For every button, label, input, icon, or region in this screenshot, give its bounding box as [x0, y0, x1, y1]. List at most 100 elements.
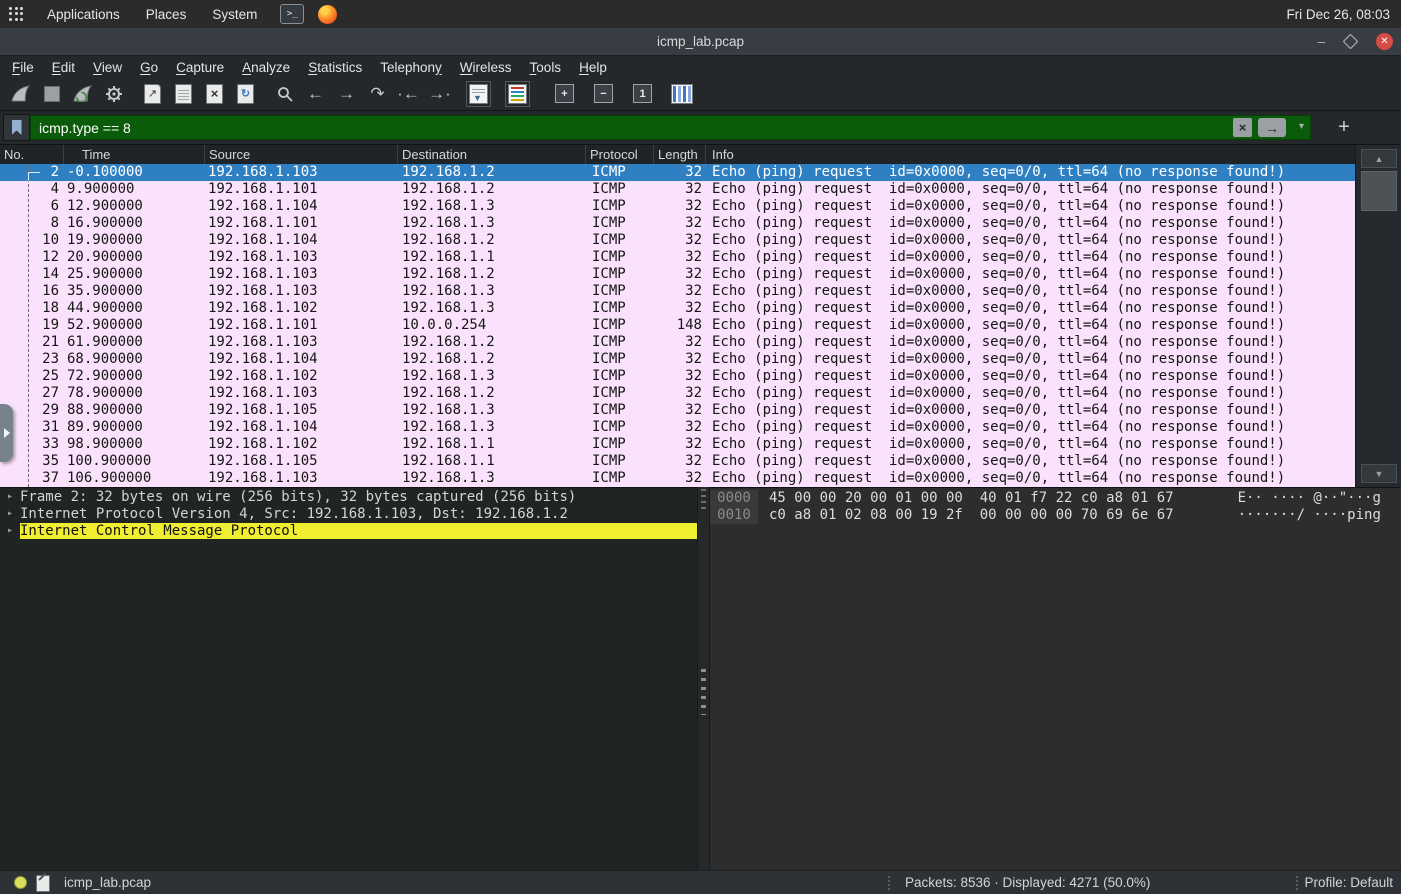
cell-len[interactable]: 32: [654, 334, 706, 351]
status-profile[interactable]: Profile: Default: [1304, 875, 1393, 890]
cell-info[interactable]: Echo (ping) request id=0x0000, seq=0/0, …: [706, 198, 1355, 215]
cell-len[interactable]: 32: [654, 300, 706, 317]
filter-clear-button[interactable]: ×: [1233, 118, 1252, 137]
display-filter-input[interactable]: icmp.type == 8 × → ▾: [30, 115, 1311, 140]
packet-row[interactable]: 2161.900000192.168.1.103192.168.1.2ICMP3…: [0, 334, 1355, 351]
go-last-packet-button[interactable]: →·: [424, 80, 455, 107]
cell-info[interactable]: Echo (ping) request id=0x0000, seq=0/0, …: [706, 317, 1355, 334]
cell-proto[interactable]: ICMP: [586, 436, 654, 453]
cell-src[interactable]: 192.168.1.103: [205, 470, 398, 487]
status-filename[interactable]: icmp_lab.pcap: [64, 875, 151, 890]
cell-no[interactable]: 18: [0, 300, 64, 317]
cell-info[interactable]: Echo (ping) request id=0x0000, seq=0/0, …: [706, 249, 1355, 266]
cell-time[interactable]: 98.900000: [64, 436, 205, 453]
column-header-time[interactable]: Time: [64, 145, 205, 164]
packet-row[interactable]: 2572.900000192.168.1.102192.168.1.3ICMP3…: [0, 368, 1355, 385]
cell-no[interactable]: 16: [0, 283, 64, 300]
cell-info[interactable]: Echo (ping) request id=0x0000, seq=0/0, …: [706, 419, 1355, 436]
packet-row[interactable]: 2778.900000192.168.1.103192.168.1.2ICMP3…: [0, 385, 1355, 402]
cell-len[interactable]: 32: [654, 266, 706, 283]
cell-proto[interactable]: ICMP: [586, 283, 654, 300]
column-header-info[interactable]: Info: [706, 145, 1355, 164]
cell-dst[interactable]: 192.168.1.1: [398, 436, 586, 453]
cell-time[interactable]: 61.900000: [64, 334, 205, 351]
cell-time[interactable]: 106.900000: [64, 470, 205, 487]
cell-time[interactable]: 68.900000: [64, 351, 205, 368]
packet-row[interactable]: 612.900000192.168.1.104192.168.1.3ICMP32…: [0, 198, 1355, 215]
hex-ascii[interactable]: E·· ···· @··"···g: [1238, 490, 1381, 507]
detail-line[interactable]: ▸Internet Control Message Protocol: [0, 522, 697, 539]
detail-line[interactable]: ▸Internet Protocol Version 4, Src: 192.1…: [0, 505, 697, 522]
cell-dst[interactable]: 192.168.1.3: [398, 470, 586, 487]
cell-len[interactable]: 32: [654, 215, 706, 232]
menu-file[interactable]: File: [3, 60, 43, 75]
cell-time[interactable]: 25.900000: [64, 266, 205, 283]
cell-len[interactable]: 32: [654, 198, 706, 215]
cell-time[interactable]: 16.900000: [64, 215, 205, 232]
menu-edit[interactable]: Edit: [43, 60, 84, 75]
packet-row[interactable]: 3398.900000192.168.1.102192.168.1.1ICMP3…: [0, 436, 1355, 453]
cell-proto[interactable]: ICMP: [586, 317, 654, 334]
cell-len[interactable]: 32: [654, 283, 706, 300]
cell-dst[interactable]: 192.168.1.2: [398, 232, 586, 249]
cell-src[interactable]: 192.168.1.104: [205, 198, 398, 215]
cell-len[interactable]: 32: [654, 181, 706, 198]
cell-proto[interactable]: ICMP: [586, 419, 654, 436]
packet-row[interactable]: 1425.900000192.168.1.103192.168.1.2ICMP3…: [0, 266, 1355, 283]
scroll-down-button[interactable]: ▼: [1361, 464, 1397, 483]
cell-info[interactable]: Echo (ping) request id=0x0000, seq=0/0, …: [706, 470, 1355, 487]
detail-line[interactable]: ▸Frame 2: 32 bytes on wire (256 bits), 3…: [0, 488, 697, 505]
cell-time[interactable]: 78.900000: [64, 385, 205, 402]
cell-src[interactable]: 192.168.1.104: [205, 351, 398, 368]
system-menu[interactable]: System: [199, 0, 270, 28]
open-file-button[interactable]: ↗: [137, 80, 168, 107]
cell-info[interactable]: Echo (ping) request id=0x0000, seq=0/0, …: [706, 181, 1355, 198]
cell-time[interactable]: 89.900000: [64, 419, 205, 436]
expand-arrow-icon[interactable]: ▸: [0, 491, 20, 502]
cell-dst[interactable]: 192.168.1.2: [398, 266, 586, 283]
cell-len[interactable]: 32: [654, 164, 706, 181]
cell-dst[interactable]: 192.168.1.3: [398, 283, 586, 300]
cell-len[interactable]: 32: [654, 249, 706, 266]
hex-ascii[interactable]: ·······/ ····ping: [1238, 507, 1381, 524]
cell-src[interactable]: 192.168.1.103: [205, 249, 398, 266]
column-header-source[interactable]: Source: [205, 145, 398, 164]
packet-row[interactable]: 1635.900000192.168.1.103192.168.1.3ICMP3…: [0, 283, 1355, 300]
zoom-in-button[interactable]: +: [549, 80, 580, 107]
cell-proto[interactable]: ICMP: [586, 198, 654, 215]
cell-src[interactable]: 192.168.1.103: [205, 385, 398, 402]
packet-row[interactable]: 35100.900000192.168.1.105192.168.1.1ICMP…: [0, 453, 1355, 470]
cell-len[interactable]: 32: [654, 232, 706, 249]
cell-no[interactable]: 23: [0, 351, 64, 368]
app-grid-icon[interactable]: [9, 7, 24, 22]
cell-time[interactable]: 19.900000: [64, 232, 205, 249]
cell-len[interactable]: 32: [654, 419, 706, 436]
expand-arrow-icon[interactable]: ▸: [0, 525, 20, 536]
cell-dst[interactable]: 192.168.1.3: [398, 368, 586, 385]
cell-proto[interactable]: ICMP: [586, 351, 654, 368]
stop-capture-button[interactable]: [36, 80, 67, 107]
cell-info[interactable]: Echo (ping) request id=0x0000, seq=0/0, …: [706, 436, 1355, 453]
find-packet-button[interactable]: [269, 80, 300, 107]
cell-no[interactable]: 10: [0, 232, 64, 249]
hex-row[interactable]: 000045 00 00 20 00 01 00 00 40 01 f7 22 …: [710, 490, 1401, 507]
packet-list-scrollbar[interactable]: ▲ ▼: [1355, 145, 1401, 487]
cell-src[interactable]: 192.168.1.102: [205, 300, 398, 317]
cell-proto[interactable]: ICMP: [586, 164, 654, 181]
cell-time[interactable]: 9.900000: [64, 181, 205, 198]
scroll-up-button[interactable]: ▲: [1361, 149, 1397, 168]
menu-view[interactable]: View: [84, 60, 131, 75]
cell-dst[interactable]: 10.0.0.254: [398, 317, 586, 334]
cell-info[interactable]: Echo (ping) request id=0x0000, seq=0/0, …: [706, 232, 1355, 249]
menu-telephony[interactable]: Telephony: [371, 60, 451, 75]
packet-row[interactable]: 3189.900000192.168.1.104192.168.1.3ICMP3…: [0, 419, 1355, 436]
cell-no[interactable]: 25: [0, 368, 64, 385]
cell-src[interactable]: 192.168.1.101: [205, 317, 398, 334]
cell-proto[interactable]: ICMP: [586, 334, 654, 351]
cell-proto[interactable]: ICMP: [586, 368, 654, 385]
reload-file-button[interactable]: ↻: [230, 80, 261, 107]
cell-time[interactable]: 44.900000: [64, 300, 205, 317]
cell-info[interactable]: Echo (ping) request id=0x0000, seq=0/0, …: [706, 453, 1355, 470]
terminal-launcher-icon[interactable]: >_: [280, 4, 304, 24]
menu-go[interactable]: Go: [131, 60, 167, 75]
